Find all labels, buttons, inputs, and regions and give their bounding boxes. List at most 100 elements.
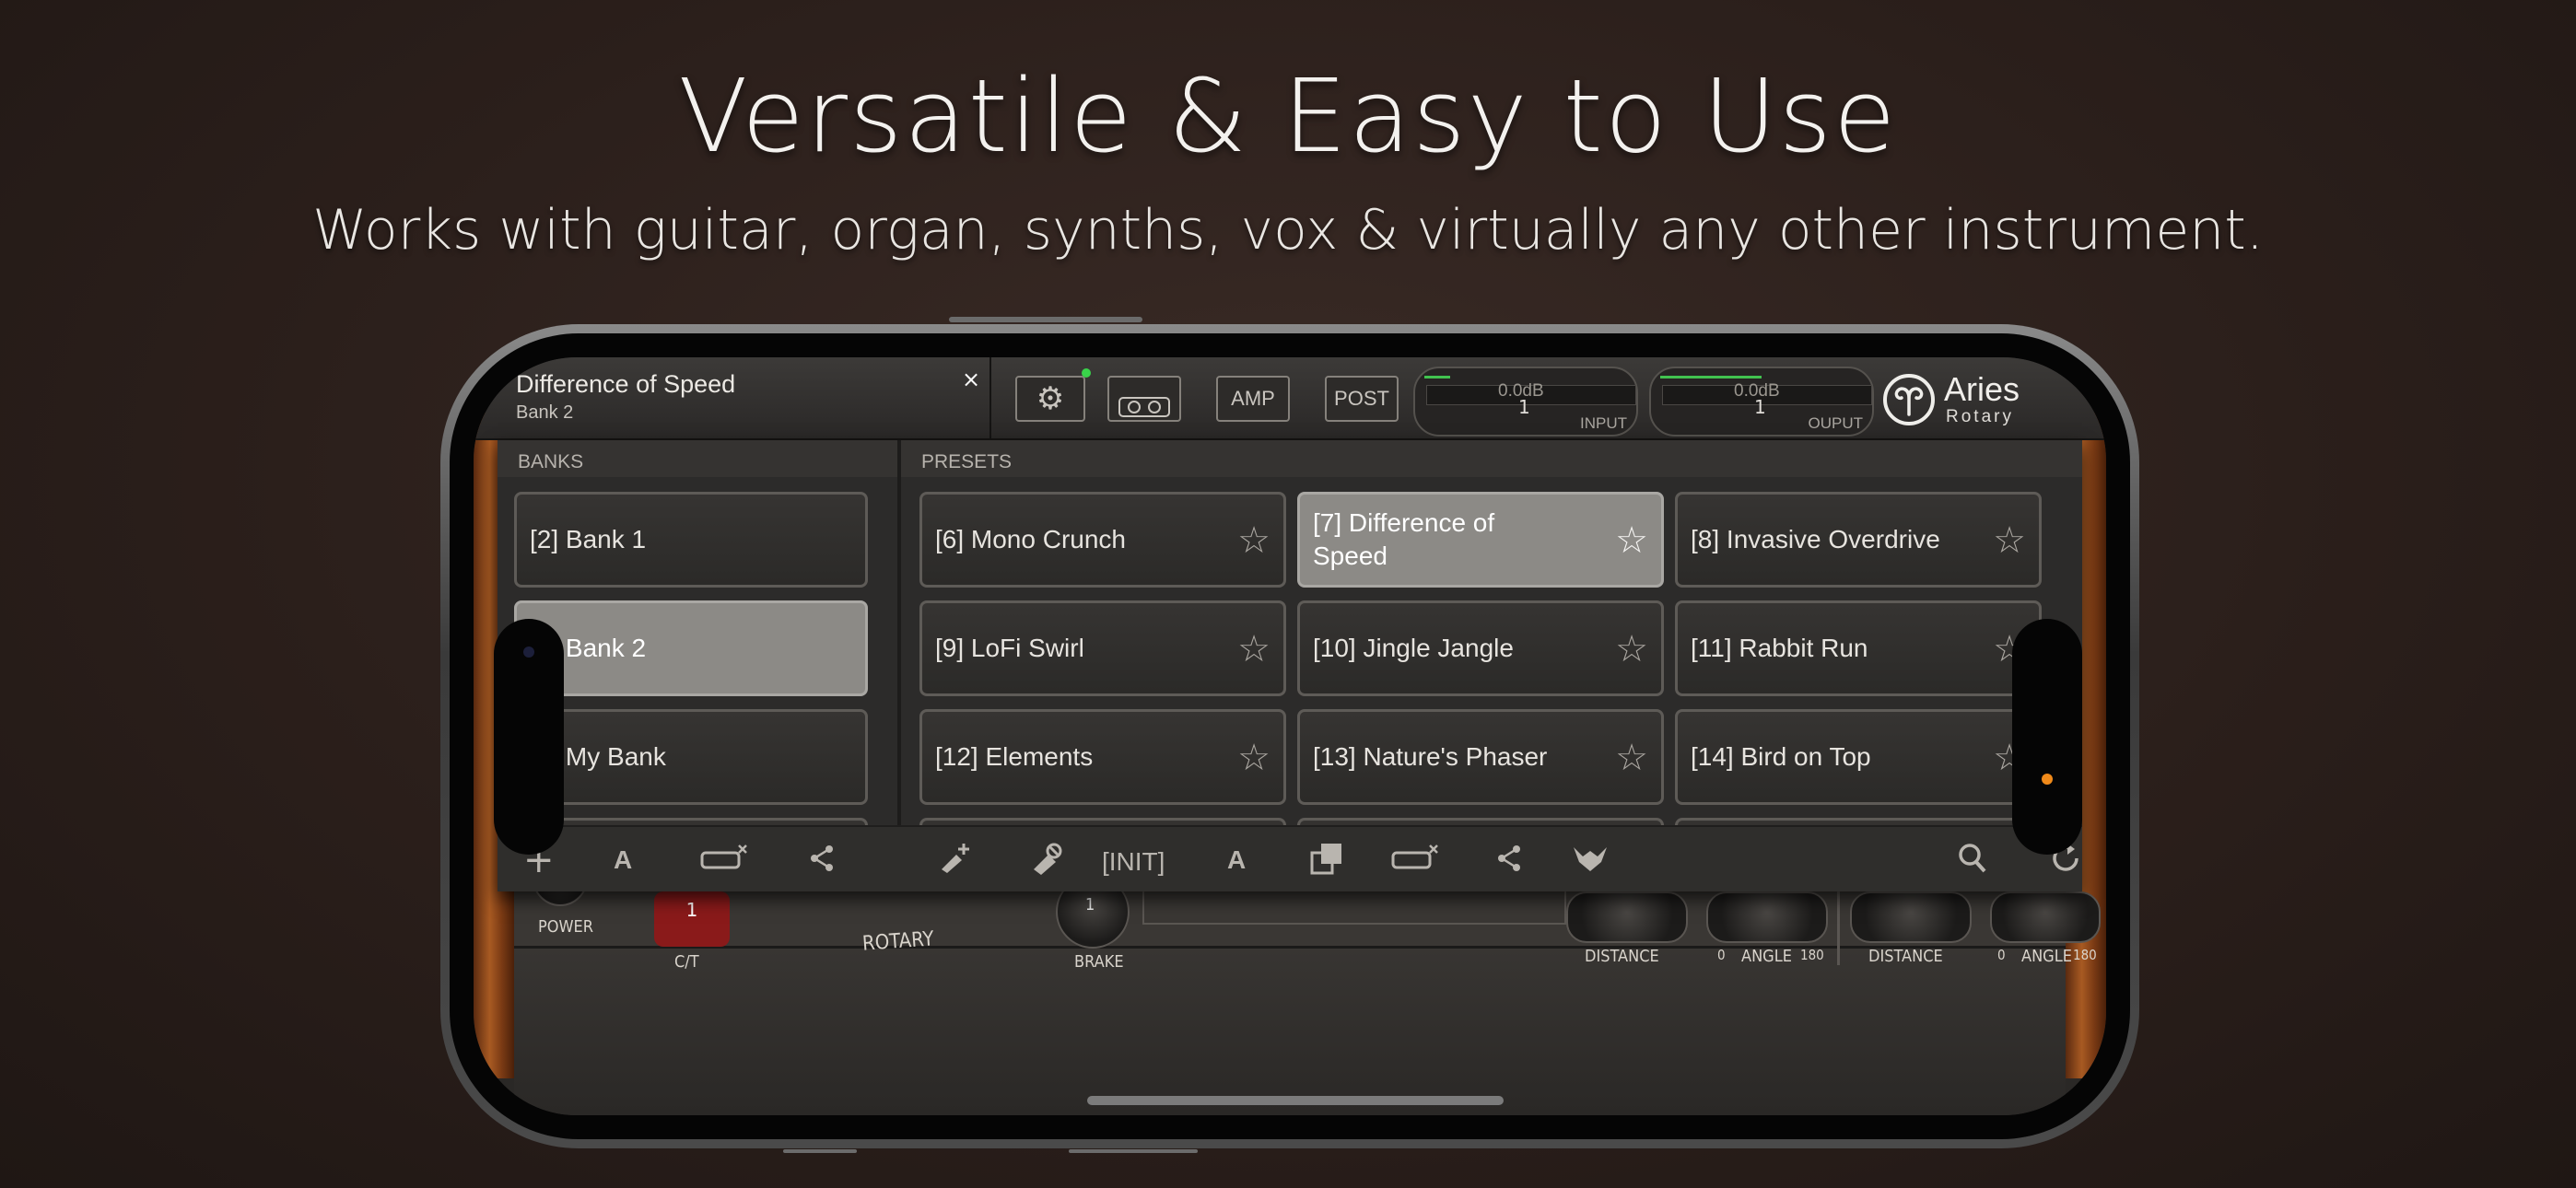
subline: Works with guitar, organ, synths, vox & … — [312, 198, 2264, 262]
init-preset-button[interactable]: [INIT] — [1102, 844, 1165, 880]
rename-bank-icon[interactable]: A — [614, 842, 632, 879]
distance-knob-1[interactable] — [1566, 891, 1688, 943]
browser-header — [498, 440, 2082, 477]
angle-knob-2[interactable] — [1990, 891, 2101, 943]
preset-label: [10] Jingle Jangle — [1313, 634, 1514, 662]
phone-bottom-detail — [783, 1149, 857, 1153]
output-meter-channel: 1 — [1754, 396, 1766, 418]
brand-sub: Rotary — [1946, 407, 2014, 426]
rename-preset-icon[interactable]: A — [1227, 842, 1246, 879]
preset-label: [8] Invasive Overdrive — [1691, 525, 1940, 553]
input-meter-level — [1424, 376, 1450, 379]
star-icon[interactable]: ☆ — [1237, 631, 1270, 668]
preset-label: [14] Bird on Top — [1691, 742, 1871, 771]
preset-label: [6] Mono Crunch — [935, 525, 1126, 553]
search-icon[interactable] — [1957, 842, 1988, 883]
tape-button[interactable] — [1107, 376, 1181, 422]
distance-label-1: DISTANCE — [1585, 947, 1659, 966]
preset-label: [13] Nature's Phaser — [1313, 742, 1548, 771]
tape-icon — [1118, 390, 1170, 432]
star-icon[interactable]: ☆ — [1993, 522, 2026, 559]
phone-bottom-detail — [1069, 1149, 1198, 1153]
angle-max-1: 180 — [1800, 947, 1824, 963]
preset-label: [9] LoFi Swirl — [935, 634, 1084, 662]
erase-preset-icon[interactable] — [1028, 842, 1065, 883]
ct-value: 1 — [685, 899, 698, 921]
bank-tile-selected[interactable]: [3] Bank 2 — [514, 600, 868, 696]
preset-tile[interactable]: [12] Elements ☆ — [919, 709, 1286, 805]
power-label: POWER — [538, 917, 594, 937]
angle-min-1: 0 — [1717, 947, 1726, 963]
copy-preset-icon[interactable] — [1308, 842, 1345, 883]
angle-label-1: ANGLE — [1741, 947, 1792, 966]
brake-value: 1 — [1085, 895, 1095, 914]
brand-logo: Aries Rotary — [1883, 370, 2049, 427]
camera-lens — [523, 646, 534, 658]
headline: Versatile & Easy to Use — [678, 57, 1898, 175]
output-meter-label: OUPUT — [1808, 414, 1864, 432]
output-meter[interactable]: 0.0dB 1 OUPUT — [1649, 367, 1874, 437]
presets-label: PRESETS — [921, 451, 1013, 472]
ct-button[interactable]: 1 — [654, 891, 730, 947]
preset-label: [12] Elements — [935, 742, 1094, 771]
randomize-preset-icon[interactable] — [1570, 842, 1610, 883]
status-led — [1082, 368, 1091, 378]
input-meter-channel: 1 — [1518, 396, 1530, 418]
bank-label: [2] Bank 1 — [530, 525, 647, 553]
preset-browser: BANKS PRESETS [2] Bank 1 [3] Bank 2 [4] … — [498, 440, 2082, 891]
delete-preset-icon[interactable] — [1389, 842, 1441, 883]
star-icon[interactable]: ☆ — [1615, 631, 1648, 668]
distance-knob-2[interactable] — [1850, 891, 1972, 943]
share-preset-icon[interactable] — [1494, 842, 1524, 883]
brake-label: BRAKE — [1074, 952, 1124, 972]
bank-tile[interactable]: [4] My Bank — [514, 709, 868, 805]
star-icon[interactable]: ☆ — [1237, 740, 1270, 776]
input-meter[interactable]: 0.0dB 1 INPUT — [1413, 367, 1638, 437]
delete-bank-icon[interactable] — [698, 842, 750, 883]
gear-icon: ⚙ — [1036, 381, 1065, 416]
preset-tile[interactable]: [9] LoFi Swirl ☆ — [919, 600, 1286, 696]
preset-tile[interactable]: [10] Jingle Jangle ☆ — [1297, 600, 1664, 696]
sensor-cutout-right — [2012, 619, 2082, 855]
output-meter-level — [1660, 376, 1762, 379]
share-bank-icon[interactable] — [807, 842, 837, 883]
distance-label-2: DISTANCE — [1868, 947, 1943, 966]
post-button[interactable]: POST — [1325, 376, 1399, 422]
display-slot — [1142, 891, 1566, 925]
amp-button[interactable]: AMP — [1216, 376, 1290, 422]
ct-label: C/T — [674, 952, 699, 972]
star-icon[interactable]: ☆ — [1615, 522, 1648, 559]
angle-max-2: 180 — [2073, 947, 2097, 963]
home-indicator[interactable] — [1087, 1096, 1504, 1105]
phone-button — [949, 317, 1142, 322]
device-divider — [1837, 891, 1840, 965]
current-bank-name: Bank 2 — [516, 402, 574, 423]
close-icon[interactable]: × — [962, 367, 980, 392]
top-bar: Difference of Speed Bank 2 × ⚙ AMP POST — [474, 357, 2106, 440]
aries-icon — [1883, 374, 1935, 425]
add-preset-icon[interactable] — [936, 842, 973, 883]
preset-tile[interactable]: [11] Rabbit Run ☆ — [1675, 600, 2042, 696]
angle-label-2: ANGLE — [2021, 947, 2072, 966]
angle-min-2: 0 — [1997, 947, 2006, 963]
preset-tile-selected[interactable]: [7] Difference of Speed ☆ — [1297, 492, 1664, 588]
preset-tile[interactable]: [6] Mono Crunch ☆ — [919, 492, 1286, 588]
preset-label: [7] Difference of Speed — [1313, 508, 1495, 570]
preset-tile[interactable]: [13] Nature's Phaser ☆ — [1297, 709, 1664, 805]
preset-tile[interactable]: [14] Bird on Top ☆ — [1675, 709, 2042, 805]
app-screen: POWER 1 C/T ROTARY 1 BRAKE DISTANCE 0 AN… — [474, 357, 2106, 1115]
input-meter-label: INPUT — [1580, 414, 1627, 432]
camera-cutout-left — [494, 619, 564, 855]
bank-tile[interactable]: [2] Bank 1 — [514, 492, 868, 588]
current-preset[interactable]: Difference of Speed Bank 2 — [516, 370, 986, 435]
sensor-indicator — [2042, 774, 2053, 785]
settings-button[interactable]: ⚙ — [1015, 376, 1085, 422]
star-icon[interactable]: ☆ — [1615, 740, 1648, 776]
preset-label: [11] Rabbit Run — [1691, 634, 1868, 662]
angle-knob-1[interactable] — [1706, 891, 1828, 943]
browser-toolbar: + A [INIT] A — [498, 825, 2082, 891]
preset-tile[interactable]: [8] Invasive Overdrive ☆ — [1675, 492, 2042, 588]
brand-name: Aries — [1944, 370, 2020, 408]
divider — [989, 357, 991, 440]
star-icon[interactable]: ☆ — [1237, 522, 1270, 559]
